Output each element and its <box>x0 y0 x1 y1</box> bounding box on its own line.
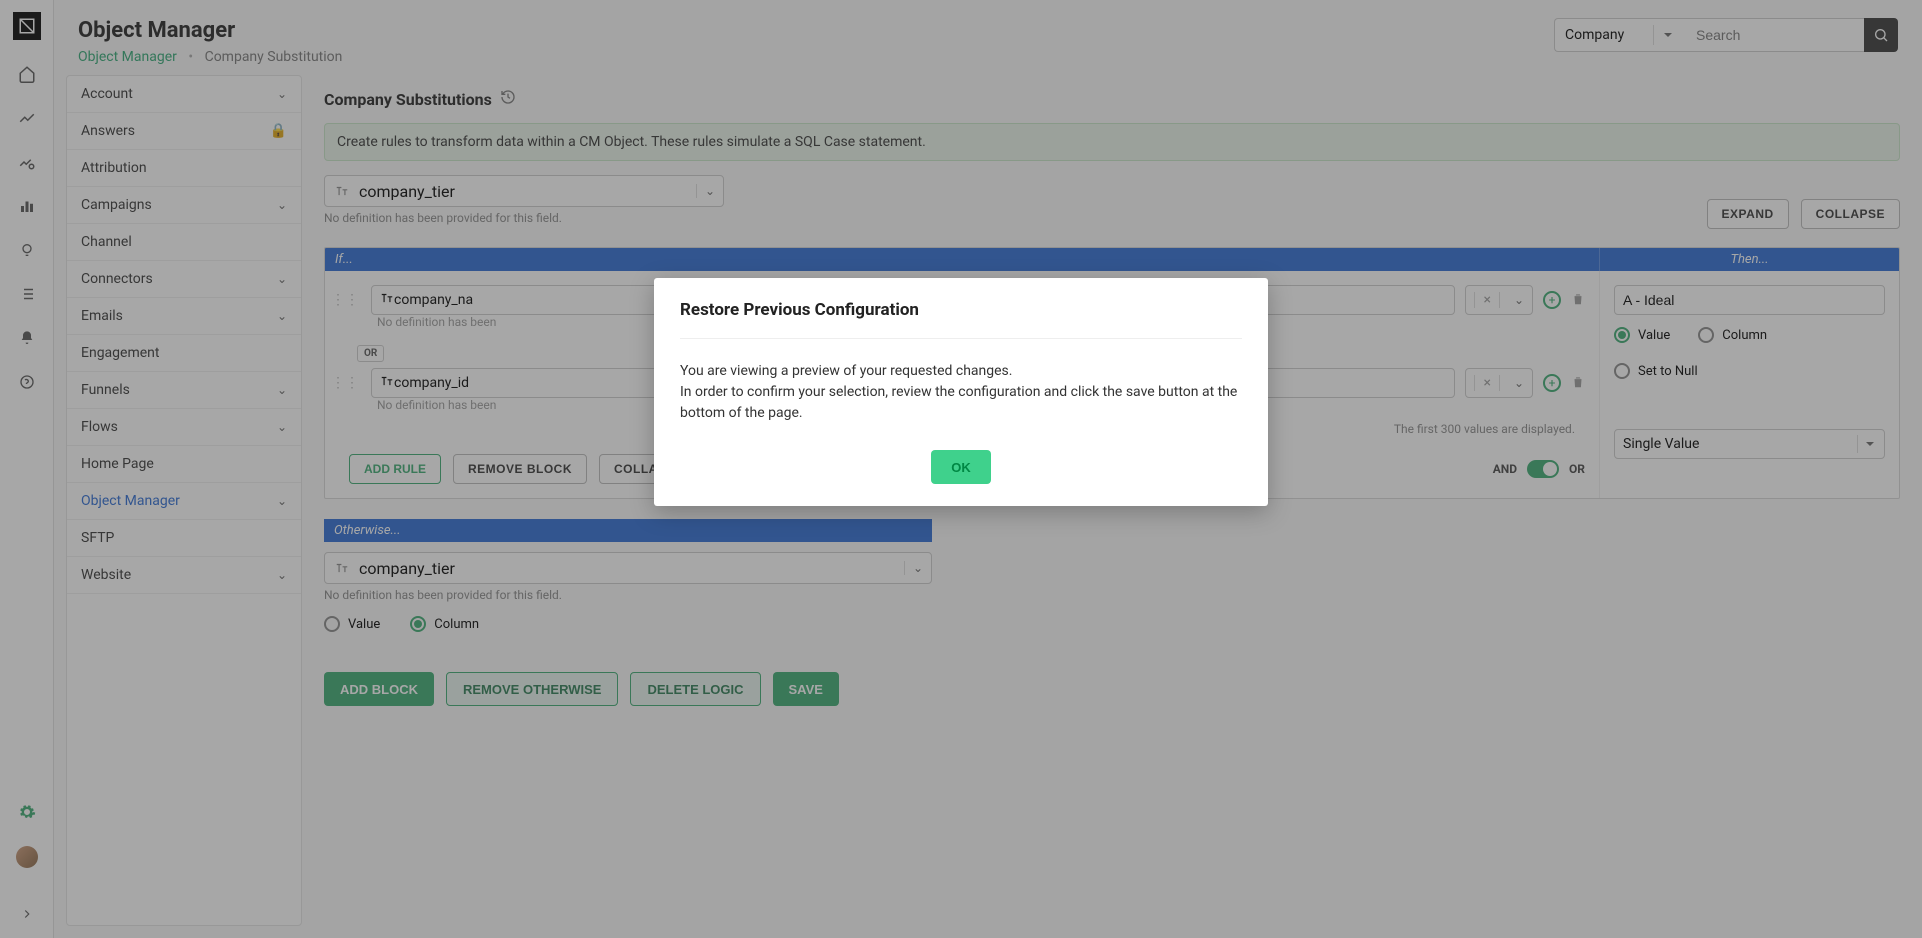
modal-title: Restore Previous Configuration <box>680 300 1242 320</box>
modal-overlay[interactable]: Restore Previous Configuration You are v… <box>0 0 1922 938</box>
restore-config-modal: Restore Previous Configuration You are v… <box>654 278 1268 506</box>
ok-button[interactable]: OK <box>931 450 991 484</box>
modal-body: You are viewing a preview of your reques… <box>680 361 1242 424</box>
